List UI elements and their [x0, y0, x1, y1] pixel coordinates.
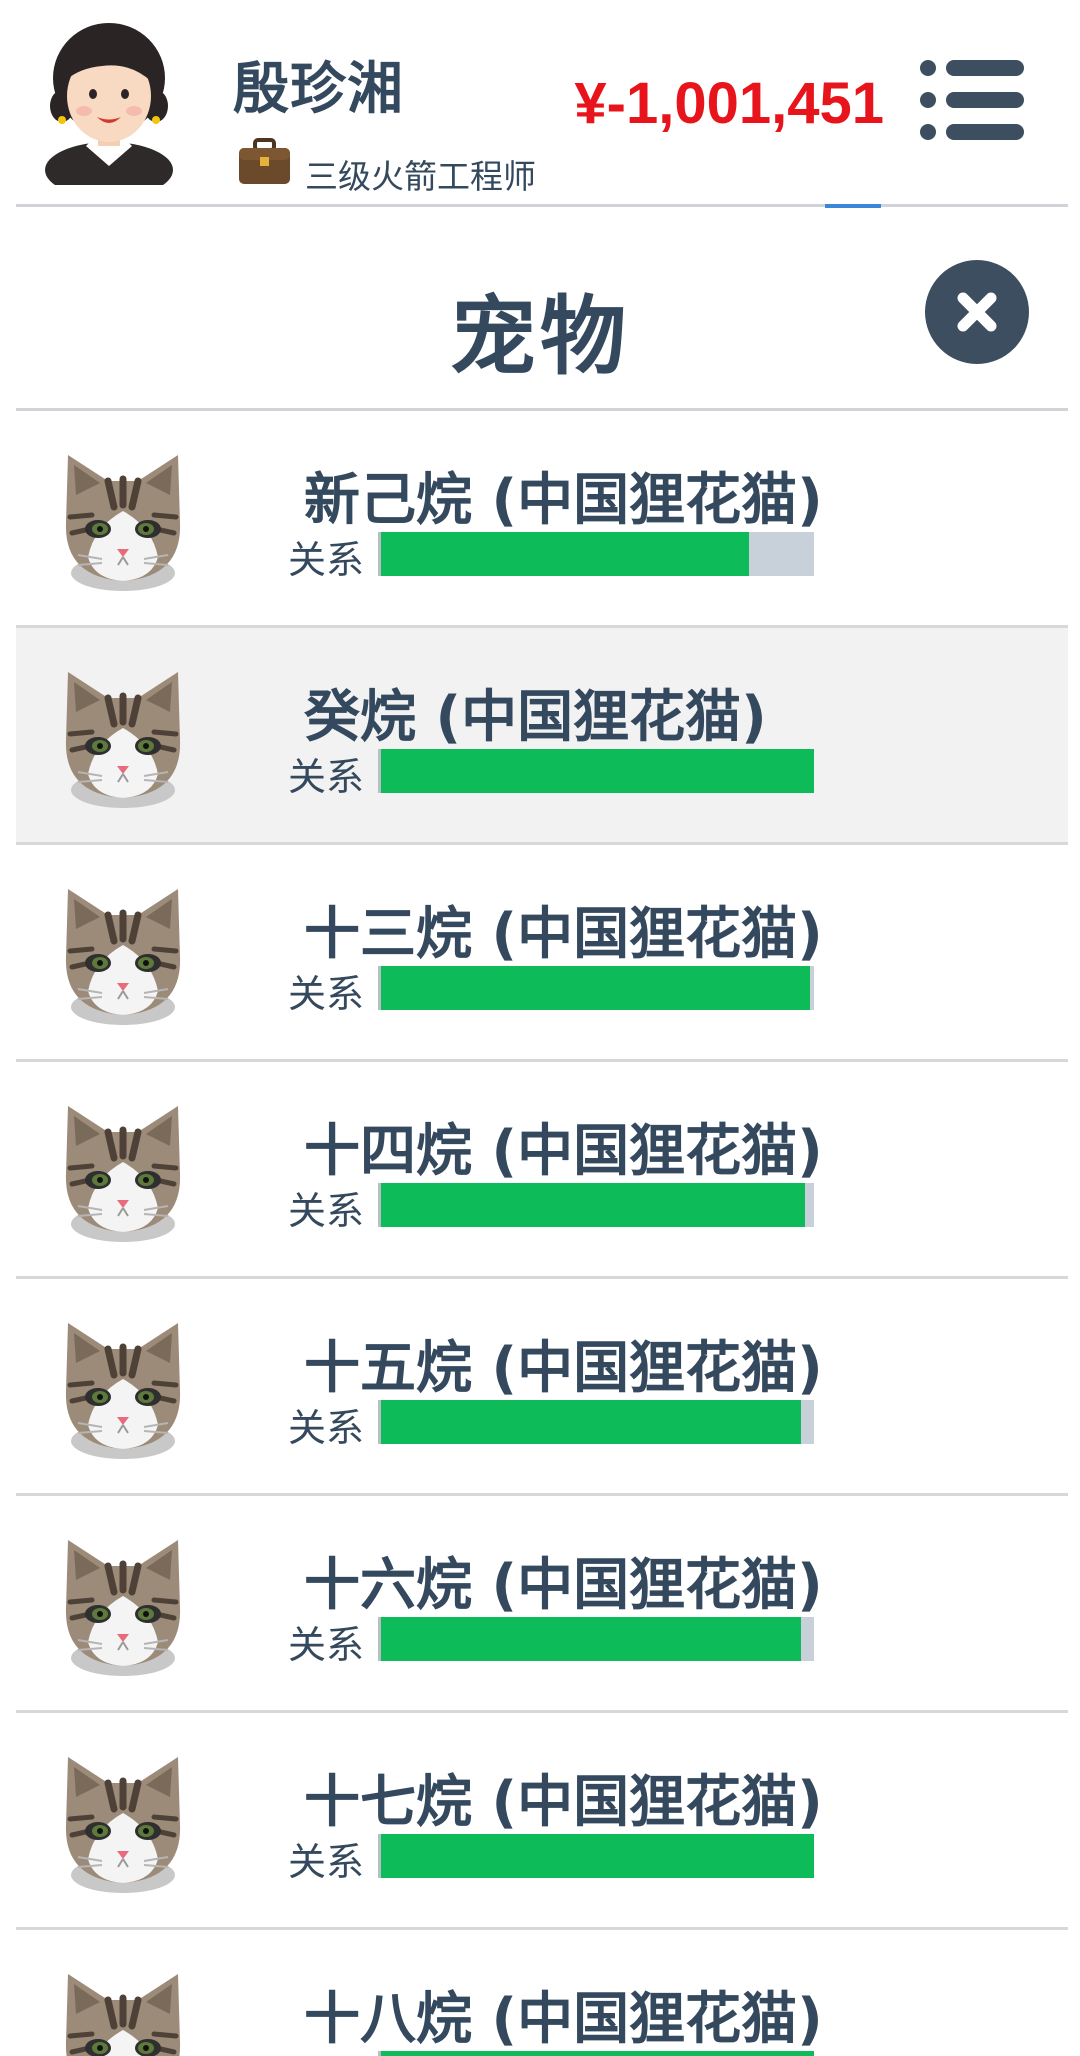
- tabby-cat-icon: [58, 879, 188, 1029]
- relationship-label: 关系: [288, 1189, 365, 1233]
- pet-row[interactable]: 十八烷 (中国狸花猫) 关系: [16, 1930, 1068, 2056]
- close-icon: [957, 292, 997, 332]
- player-name: 殷珍湘: [233, 57, 404, 122]
- pet-row[interactable]: 十七烷 (中国狸花猫) 关系: [16, 1713, 1068, 1930]
- tabby-cat-icon: [58, 1964, 188, 2056]
- relationship-label: 关系: [288, 538, 365, 582]
- relationship-bar-fill: [381, 1400, 801, 1444]
- tabby-cat-icon: [58, 662, 188, 812]
- relationship-bar-fill: [381, 2051, 814, 2056]
- pet-row[interactable]: 十四烷 (中国狸花猫) 关系: [16, 1062, 1068, 1279]
- relationship-label: 关系: [288, 755, 365, 799]
- panel-title: 宠物: [450, 287, 630, 387]
- relationship-bar-fill: [381, 749, 814, 793]
- relationship-bar: [378, 1400, 814, 1444]
- relationship-bar: [378, 532, 814, 576]
- relationship-bar-fill: [381, 1834, 814, 1878]
- menu-button[interactable]: [918, 58, 1028, 142]
- relationship-bar: [378, 749, 814, 793]
- tabby-cat-icon: [58, 1530, 188, 1680]
- header-divider: [16, 204, 1068, 207]
- relationship-label: 关系: [288, 1623, 365, 1667]
- relationship-bar-fill: [381, 1183, 806, 1227]
- relationship-bar: [378, 1617, 814, 1661]
- tabby-cat-icon: [58, 1747, 188, 1897]
- tabby-cat-icon: [58, 1096, 188, 1246]
- pet-name: 十四烷 (中国狸花猫): [304, 1119, 823, 1184]
- pet-list: 新己烷 (中国狸花猫) 关系 癸烷 (中国狸花猫) 关系 十三烷 (中国狸花猫)…: [16, 411, 1068, 2056]
- header: 殷珍湘 三级火箭工程师 ¥-1,001,451: [0, 0, 1080, 206]
- pet-name: 十五烷 (中国狸花猫): [304, 1336, 823, 1401]
- briefcase-icon: [237, 138, 292, 186]
- list-menu-icon: [920, 60, 1024, 140]
- pet-row[interactable]: 新己烷 (中国狸花猫) 关系: [16, 411, 1068, 628]
- relationship-bar: [378, 1834, 814, 1878]
- tabby-cat-icon: [58, 445, 188, 595]
- relationship-label: 关系: [288, 2048, 364, 2056]
- pet-row[interactable]: 十五烷 (中国狸花猫) 关系: [16, 1279, 1068, 1496]
- pet-name: 十八烷 (中国狸花猫): [304, 1987, 823, 2052]
- pet-name: 十七烷 (中国狸花猫): [304, 1770, 823, 1835]
- relationship-bar-fill: [381, 1617, 801, 1661]
- relationship-bar: [378, 2051, 814, 2056]
- pet-name: 癸烷 (中国狸花猫): [304, 685, 767, 750]
- player-avatar[interactable]: [42, 20, 177, 198]
- money-balance: ¥-1,001,451: [574, 71, 884, 136]
- close-button[interactable]: [925, 260, 1029, 364]
- relationship-bar-fill: [381, 966, 810, 1010]
- tabby-cat-icon: [58, 1313, 188, 1463]
- pet-row[interactable]: 十六烷 (中国狸花猫) 关系: [16, 1496, 1068, 1713]
- pet-name: 十三烷 (中国狸花猫): [304, 902, 823, 967]
- panel-title-bar: 宠物: [0, 208, 1080, 410]
- relationship-bar-fill: [381, 532, 750, 576]
- pet-name: 十六烷 (中国狸花猫): [304, 1553, 823, 1618]
- relationship-label: 关系: [288, 972, 365, 1016]
- relationship-label: 关系: [288, 1406, 365, 1450]
- pet-row[interactable]: 十三烷 (中国狸花猫) 关系: [16, 845, 1068, 1062]
- pet-row[interactable]: 癸烷 (中国狸花猫) 关系: [16, 628, 1068, 845]
- job-title: 三级火箭工程师: [305, 157, 536, 196]
- pet-name: 新己烷 (中国狸花猫): [304, 468, 823, 533]
- relationship-label: 关系: [288, 1840, 365, 1884]
- relationship-bar: [378, 1183, 814, 1227]
- relationship-bar: [378, 966, 814, 1010]
